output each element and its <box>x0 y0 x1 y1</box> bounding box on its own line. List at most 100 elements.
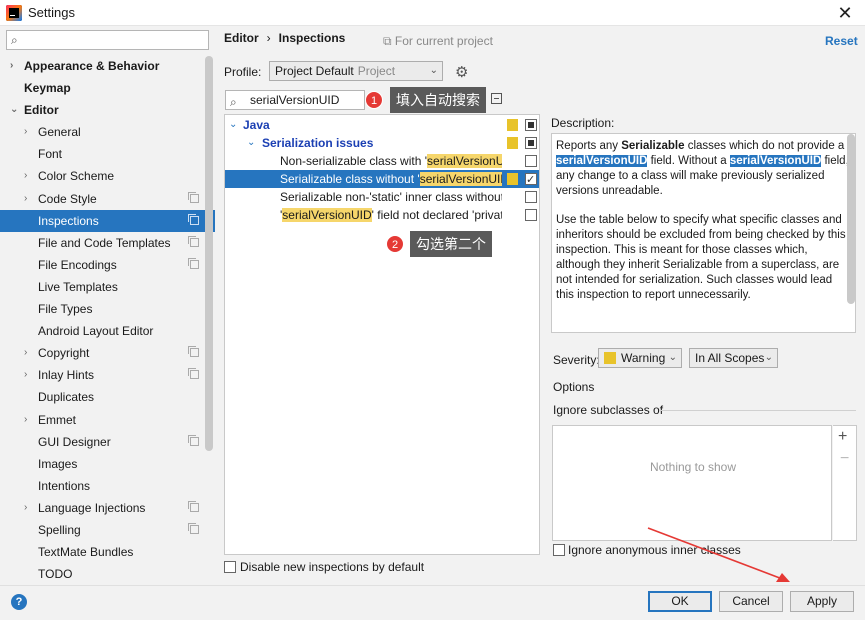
inspection-row[interactable]: Non-serializable class with 'serialVersi… <box>225 152 539 170</box>
sidebar-item-copyright[interactable]: › Copyright <box>0 342 215 364</box>
sidebar-item-label: Spelling <box>38 522 81 537</box>
profile-dropdown[interactable]: Project Default Project ⌄ <box>269 61 443 81</box>
tree-row-java[interactable]: ⌄ Java <box>225 116 539 134</box>
chevron-right-icon[interactable]: › <box>10 55 13 77</box>
remove-icon[interactable]: − <box>840 450 849 468</box>
gear-icon[interactable]: ⚙ <box>455 63 468 81</box>
sidebar-item-label: Emmet <box>38 412 77 427</box>
severity-warning-icon <box>507 173 518 185</box>
severity-warning-icon <box>507 137 518 149</box>
sidebar-item-inlay-hints[interactable]: › Inlay Hints <box>0 364 215 386</box>
chevron-right-icon[interactable]: › <box>24 165 27 187</box>
project-scope-icon <box>188 235 199 247</box>
sidebar-item-images[interactable]: Images <box>0 453 215 475</box>
chevron-down-icon[interactable]: ⌄ <box>10 99 18 121</box>
sidebar-item-color-scheme[interactable]: › Color Scheme <box>0 165 215 187</box>
chevron-down-icon: ⌄ <box>764 352 773 363</box>
tree-row-serialization[interactable]: ⌄ Serialization issues <box>225 134 539 152</box>
sidebar-item-spelling[interactable]: Spelling <box>0 519 215 541</box>
project-scope-icon <box>188 368 199 380</box>
chevron-right-icon[interactable]: › <box>24 497 27 519</box>
ok-button[interactable]: OK <box>648 591 712 612</box>
tree-java-checkbox[interactable] <box>525 119 537 131</box>
sidebar-item-label: File Encodings <box>38 257 117 272</box>
severity-value: Warning <box>621 351 666 365</box>
chevron-right-icon[interactable]: › <box>24 342 27 364</box>
ignore-anonymous-checkbox[interactable] <box>553 544 565 556</box>
disable-new-checkbox[interactable] <box>224 561 236 573</box>
sidebar-item-label: File and Code Templates <box>38 235 171 250</box>
severity-label: Severity: <box>553 353 600 367</box>
profile-suffix: Project <box>357 64 396 78</box>
sidebar-item-label: Intentions <box>38 478 91 493</box>
breadcrumb-inspections: Inspections <box>278 31 346 45</box>
sidebar-item-font[interactable]: Font <box>0 143 215 165</box>
sidebar-item-file-and-code-templates[interactable]: File and Code Templates <box>0 232 215 254</box>
chevron-right-icon[interactable]: › <box>24 409 27 431</box>
ignore-subclasses-list[interactable]: Nothing to show <box>552 425 832 541</box>
close-button[interactable]: ✕ <box>830 1 860 25</box>
sidebar-item-editor[interactable]: ⌄ Editor <box>0 99 215 121</box>
filter-value: serialVersionUID <box>250 93 340 107</box>
inspection-checkbox[interactable] <box>525 191 537 203</box>
reset-link[interactable]: Reset <box>825 34 858 48</box>
project-scope-icon <box>188 213 199 225</box>
sidebar-scrollbar[interactable] <box>205 56 213 451</box>
tree-group-checkbox[interactable] <box>525 137 537 149</box>
chevron-right-icon[interactable]: › <box>24 364 27 386</box>
inspection-row[interactable]: Serializable non-'static' inner class wi… <box>225 188 539 206</box>
inspection-filter-input[interactable]: ⌕ serialVersionUID <box>225 90 365 110</box>
collapse-all-icon[interactable] <box>491 93 502 104</box>
project-scope-icon <box>188 257 199 269</box>
sidebar-item-file-encodings[interactable]: File Encodings <box>0 254 215 276</box>
cancel-button[interactable]: Cancel <box>719 591 783 612</box>
chevron-down-icon[interactable]: ⌄ <box>229 116 237 134</box>
chevron-right-icon[interactable]: › <box>24 188 27 210</box>
inspection-checkbox[interactable] <box>525 155 537 167</box>
sidebar-item-general[interactable]: › General <box>0 121 215 143</box>
breadcrumb-editor[interactable]: Editor <box>224 31 259 45</box>
inspection-checkbox[interactable] <box>525 171 537 188</box>
severity-dropdown[interactable]: Warning ⌄ <box>598 348 682 368</box>
sidebar-item-duplicates[interactable]: Duplicates <box>0 386 215 408</box>
inspection-tree: ⌄ Java ⌄ Serialization issues Non-serial… <box>224 114 540 555</box>
scope-dropdown[interactable]: In All Scopes ⌄ <box>689 348 778 368</box>
sidebar-item-label: Duplicates <box>38 390 95 405</box>
warning-color-icon <box>604 352 616 364</box>
sidebar-item-language-injections[interactable]: › Language Injections <box>0 497 215 519</box>
sidebar-item-live-templates[interactable]: Live Templates <box>0 276 215 298</box>
sidebar-item-appearance-behavior[interactable]: › Appearance & Behavior <box>0 55 215 77</box>
inspection-row[interactable]: Serializable class without 'serialVersio… <box>225 170 539 188</box>
sidebar-item-label: Color Scheme <box>38 169 115 184</box>
intellij-app-icon <box>6 5 22 21</box>
sidebar-item-textmate-bundles[interactable]: TextMate Bundles <box>0 541 215 563</box>
sidebar-item-file-types[interactable]: File Types <box>0 298 215 320</box>
annotation-badge-1: 1 <box>365 91 383 109</box>
chevron-down-icon[interactable]: ⌄ <box>247 134 255 152</box>
settings-search-input[interactable]: ⌕ <box>6 30 209 50</box>
sidebar-item-inspections[interactable]: Inspections <box>0 209 215 232</box>
sidebar-item-label: Inspections <box>38 213 99 228</box>
apply-button[interactable]: Apply <box>790 591 854 612</box>
sidebar-item-label: Appearance & Behavior <box>24 59 160 73</box>
sidebar-item-android-layout-editor[interactable]: Android Layout Editor <box>0 320 215 342</box>
chevron-right-icon[interactable]: › <box>24 121 27 143</box>
settings-sidebar: ⌕ › Appearance & Behavior Keymap ⌄ Editor › Ge… <box>0 26 215 585</box>
sidebar-item-label: Code Style <box>38 191 97 206</box>
sidebar-item-keymap[interactable]: Keymap <box>0 77 215 99</box>
help-icon[interactable]: ? <box>11 594 27 610</box>
sidebar-item-gui-designer[interactable]: GUI Designer <box>0 431 215 453</box>
sidebar-item-intentions[interactable]: Intentions <box>0 475 215 497</box>
project-scope-icon <box>188 191 199 203</box>
inspection-checkbox[interactable] <box>525 209 537 221</box>
description-label: Description: <box>551 116 615 130</box>
tree-java-label: Java <box>243 118 270 132</box>
add-icon[interactable]: + <box>838 428 847 446</box>
sidebar-item-todo[interactable]: TODO <box>0 563 215 585</box>
sidebar-item-emmet[interactable]: › Emmet <box>0 409 215 431</box>
description-paragraph-1: Reports any Serializable classes which d… <box>556 140 849 197</box>
description-scrollbar[interactable] <box>847 134 855 304</box>
project-scope-icon <box>188 500 199 512</box>
sidebar-item-code-style[interactable]: › Code Style <box>0 188 215 210</box>
inspection-row[interactable]: 'serialVersionUID' field not declared 'p… <box>225 206 539 224</box>
